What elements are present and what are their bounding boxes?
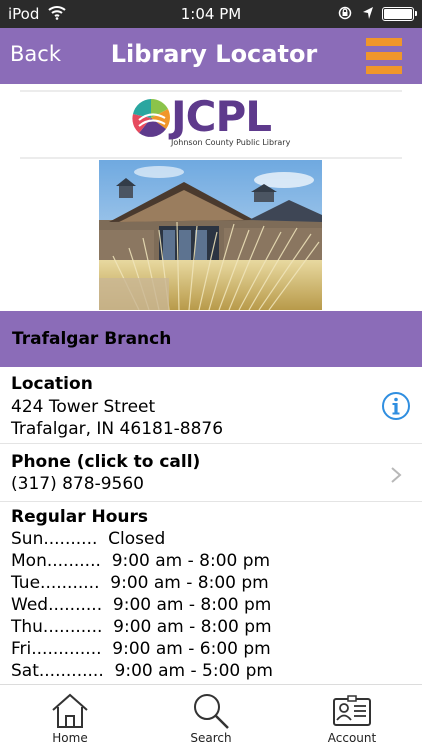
tab-account[interactable]: Account bbox=[302, 685, 402, 751]
status-time: 1:04 PM bbox=[180, 5, 242, 23]
status-bar: iPod 1:04 PM bbox=[0, 0, 422, 28]
hours-line-fri: Fri............. 9:00 am - 6:00 pm bbox=[11, 639, 271, 659]
library-logo-area: JCPL Johnson County Public Library bbox=[0, 84, 422, 160]
tab-home-label: Home bbox=[52, 731, 88, 745]
location-heading: Location bbox=[11, 374, 93, 394]
battery-icon bbox=[382, 7, 417, 21]
tab-account-label: Account bbox=[327, 731, 377, 745]
tab-bar: Home Search Account bbox=[0, 684, 422, 750]
hours-line-mon: Mon.......... 9:00 am - 8:00 pm bbox=[11, 551, 271, 571]
jcpl-logo-mark bbox=[132, 98, 170, 137]
info-icon[interactable] bbox=[381, 391, 411, 421]
tab-search[interactable]: Search bbox=[161, 685, 261, 751]
hours-line-thu: Thu........... 9:00 am - 8:00 pm bbox=[11, 617, 272, 637]
chevron-right-icon bbox=[391, 467, 402, 483]
hours-line-tue: Tue........... 9:00 am - 8:00 pm bbox=[11, 573, 269, 593]
phone-number[interactable]: (317) 878-9560 bbox=[11, 474, 144, 494]
hours-line-sun: Sun.......... Closed bbox=[11, 529, 166, 549]
address-line-1: 424 Tower Street bbox=[11, 397, 156, 417]
hours-line-wed: Wed.......... 9:00 am - 8:00 pm bbox=[11, 595, 272, 615]
account-card-icon bbox=[333, 695, 371, 726]
nav-bar: Back Library Locator bbox=[0, 28, 422, 84]
address-line-2: Trafalgar, IN 46181-8876 bbox=[11, 419, 224, 439]
hamburger-menu-icon[interactable] bbox=[366, 38, 402, 74]
tab-home[interactable]: Home bbox=[20, 685, 120, 751]
hours-section: Regular Hours Sun.......... Closed Mon..… bbox=[0, 502, 422, 684]
logo-letters: JCPL bbox=[171, 92, 272, 141]
phone-row[interactable]: Phone (click to call) (317) 878-9560 bbox=[0, 444, 422, 502]
hours-heading: Regular Hours bbox=[11, 507, 149, 527]
search-icon bbox=[194, 694, 229, 729]
location-row[interactable]: Location 424 Tower Street Trafalgar, IN … bbox=[0, 367, 422, 444]
logo-tagline: Johnson County Public Library bbox=[171, 138, 291, 147]
hours-line-sat: Sat............ 9:00 am - 5:00 pm bbox=[11, 661, 273, 681]
rotation-lock-icon bbox=[338, 6, 352, 20]
page-title: Library Locator bbox=[110, 40, 318, 68]
branch-name: Trafalgar Branch bbox=[12, 329, 172, 349]
branch-header: Trafalgar Branch bbox=[0, 311, 422, 367]
branch-photo bbox=[99, 160, 322, 310]
location-arrow-icon bbox=[363, 7, 373, 19]
home-icon bbox=[52, 693, 88, 728]
jcpl-logo: JCPL Johnson County Public Library bbox=[131, 92, 296, 154]
phone-heading: Phone (click to call) bbox=[11, 452, 201, 472]
divider bbox=[20, 157, 402, 159]
tab-search-label: Search bbox=[190, 731, 232, 745]
